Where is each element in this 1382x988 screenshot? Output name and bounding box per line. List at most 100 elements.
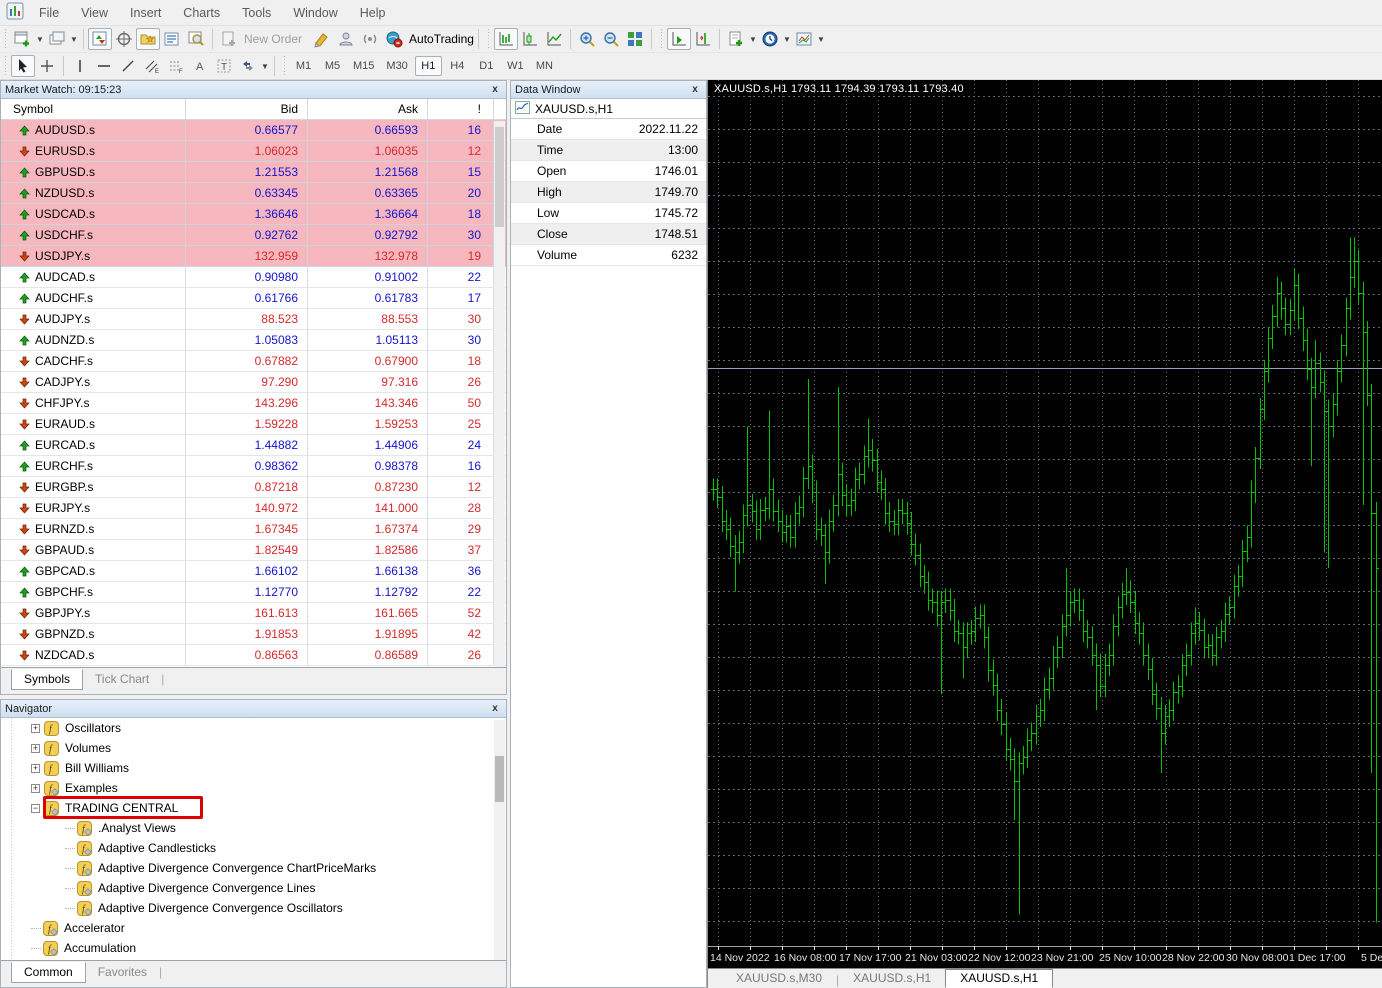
- timeframe-button-h4[interactable]: H4: [444, 56, 471, 76]
- menu-item-charts[interactable]: Charts: [172, 6, 231, 20]
- data-window-button[interactable]: [112, 28, 136, 50]
- market-watch-row-eurnzd.s[interactable]: EURNZD.s1.673451.6737429: [1, 519, 506, 540]
- autotrading-button[interactable]: AutoTrading: [409, 32, 474, 46]
- toolbar-grip[interactable]: [282, 56, 287, 76]
- navigator-item-oscillators[interactable]: +fOscillators: [1, 718, 506, 738]
- market-watch-row-chfjpy.s[interactable]: CHFJPY.s143.296143.34650: [1, 393, 506, 414]
- navigator-button[interactable]: [136, 28, 160, 50]
- market-watch-close-icon[interactable]: x: [488, 84, 502, 95]
- horizontal-line-tool-button[interactable]: [92, 55, 116, 77]
- market-watch-row-audcad.s[interactable]: AUDCAD.s0.909800.9100222: [1, 267, 506, 288]
- menu-item-help[interactable]: Help: [349, 6, 397, 20]
- trendline-tool-button[interactable]: [116, 55, 140, 77]
- market-watch-row-eurjpy.s[interactable]: EURJPY.s140.972141.00028: [1, 498, 506, 519]
- equidistant-channel-tool-button[interactable]: E: [140, 55, 164, 77]
- market-watch-row-audusd.s[interactable]: AUDUSD.s0.665770.6659316: [1, 120, 506, 141]
- tab-common[interactable]: Common: [11, 962, 86, 983]
- timeframe-button-d1[interactable]: D1: [473, 56, 500, 76]
- expert-advisors-button[interactable]: [334, 28, 358, 50]
- market-watch-row-audjpy.s[interactable]: AUDJPY.s88.52388.55330: [1, 309, 506, 330]
- market-watch-row-gbpaud.s[interactable]: GBPAUD.s1.825491.8258637: [1, 540, 506, 561]
- auto-scroll-button[interactable]: [667, 28, 691, 50]
- toolbar-grip[interactable]: [659, 29, 664, 49]
- chart-tab-2-xauusd-s-h1[interactable]: XAUUSD.s,H1: [945, 969, 1053, 988]
- column-header-spread[interactable]: !: [428, 99, 494, 119]
- column-header-ask[interactable]: Ask: [308, 99, 428, 119]
- terminal-button[interactable]: [160, 28, 184, 50]
- expand-icon[interactable]: +: [31, 784, 40, 793]
- timeframe-button-m1[interactable]: M1: [290, 56, 317, 76]
- menu-item-window[interactable]: Window: [282, 6, 348, 20]
- metaeditor-button[interactable]: [310, 28, 334, 50]
- price-chart[interactable]: [708, 80, 1382, 946]
- market-watch-row-euraud.s[interactable]: EURAUD.s1.592281.5925325: [1, 414, 506, 435]
- chart-tab-1-xauusd-s-h1[interactable]: XAUUSD.s,H1: [839, 970, 945, 987]
- market-watch-row-nzdcad.s[interactable]: NZDCAD.s0.865630.8658926: [1, 645, 506, 666]
- market-watch-row-usdcad.s[interactable]: USDCAD.s1.366461.3666418: [1, 204, 506, 225]
- navigator-item-volumes[interactable]: +fVolumes: [1, 738, 506, 758]
- market-watch-row-nzdusd.s[interactable]: NZDUSD.s0.633450.6336520: [1, 183, 506, 204]
- timeframe-button-w1[interactable]: W1: [502, 56, 529, 76]
- autotrading-icon[interactable]: [382, 28, 406, 50]
- navigator-scrollbar[interactable]: [494, 720, 505, 960]
- navigator-item-adaptive-divergence-convergence-oscillators[interactable]: fAdaptive Divergence Convergence Oscilla…: [1, 898, 506, 918]
- new-chart-dropdown[interactable]: ▼: [35, 35, 45, 44]
- market-watch-row-eurchf.s[interactable]: EURCHF.s0.983620.9837816: [1, 456, 506, 477]
- cursor-tool-button[interactable]: [11, 55, 35, 77]
- strategy-tester-button[interactable]: [184, 28, 208, 50]
- tab-favorites[interactable]: Favorites: [86, 963, 159, 982]
- navigator-scrollbar-thumb[interactable]: [495, 756, 504, 802]
- periods-dropdown[interactable]: ▼: [782, 35, 792, 44]
- expand-icon[interactable]: +: [31, 744, 40, 753]
- data-window-close-icon[interactable]: x: [688, 84, 702, 95]
- text-label-tool-button[interactable]: T: [212, 55, 236, 77]
- new-order-icon[interactable]: [217, 28, 241, 50]
- new-chart-button[interactable]: [11, 28, 35, 50]
- timeframe-button-m30[interactable]: M30: [381, 56, 412, 76]
- indicators-dropdown[interactable]: ▼: [748, 35, 758, 44]
- navigator-item-bill-williams[interactable]: +fBill Williams: [1, 758, 506, 778]
- timeframe-button-m15[interactable]: M15: [348, 56, 379, 76]
- market-watch-scrollbar-thumb[interactable]: [495, 127, 504, 227]
- market-watch-row-gbpnzd.s[interactable]: GBPNZD.s1.918531.9189542: [1, 624, 506, 645]
- fibonacci-tool-button[interactable]: F: [164, 55, 188, 77]
- menu-item-view[interactable]: View: [70, 6, 119, 20]
- tile-windows-button[interactable]: [623, 28, 647, 50]
- navigator-item-accumulation[interactable]: fAccumulation: [1, 938, 506, 958]
- market-watch-row-usdjpy.s[interactable]: USDJPY.s132.959132.97819: [1, 246, 506, 267]
- market-watch-row-cadchf.s[interactable]: CADCHF.s0.678820.6790018: [1, 351, 506, 372]
- crosshair-tool-button[interactable]: [35, 55, 59, 77]
- text-tool-button[interactable]: A: [188, 55, 212, 77]
- arrows-tool-dropdown[interactable]: ▼: [260, 62, 270, 71]
- market-watch-button[interactable]: [88, 28, 112, 50]
- column-header-symbol[interactable]: Symbol: [1, 99, 186, 119]
- zoom-in-button[interactable]: [575, 28, 599, 50]
- toolbar-grip[interactable]: [3, 29, 8, 49]
- templates-dropdown[interactable]: ▼: [816, 35, 826, 44]
- navigator-item--analyst-views[interactable]: f.Analyst Views: [1, 818, 506, 838]
- chart-shift-button[interactable]: [691, 28, 715, 50]
- bar-chart-button[interactable]: [494, 28, 518, 50]
- signals-button[interactable]: [358, 28, 382, 50]
- market-watch-row-cadjpy.s[interactable]: CADJPY.s97.29097.31626: [1, 372, 506, 393]
- market-watch-row-audnzd.s[interactable]: AUDNZD.s1.050831.0511330: [1, 330, 506, 351]
- menu-item-insert[interactable]: Insert: [119, 6, 172, 20]
- tab-symbols[interactable]: Symbols: [11, 669, 83, 690]
- market-watch-row-audchf.s[interactable]: AUDCHF.s0.617660.6178317: [1, 288, 506, 309]
- menu-item-tools[interactable]: Tools: [231, 6, 282, 20]
- vertical-line-tool-button[interactable]: [68, 55, 92, 77]
- chart-window[interactable]: XAUUSD.s,H1 1793.11 1794.39 1793.11 1793…: [707, 80, 1382, 988]
- arrows-tool-button[interactable]: [236, 55, 260, 77]
- navigator-item-trading-central[interactable]: −fTRADING CENTRAL: [1, 798, 506, 818]
- menu-item-file[interactable]: File: [28, 6, 70, 20]
- templates-button[interactable]: [792, 28, 816, 50]
- timeframe-button-m5[interactable]: M5: [319, 56, 346, 76]
- navigator-item-accelerator[interactable]: fAccelerator: [1, 918, 506, 938]
- toolbar-grip[interactable]: [486, 29, 491, 49]
- collapse-icon[interactable]: −: [31, 804, 40, 813]
- toolbar-grip[interactable]: [3, 56, 8, 76]
- timeframe-button-h1[interactable]: H1: [415, 56, 442, 76]
- tab-tick-chart[interactable]: Tick Chart: [83, 670, 161, 689]
- timeframe-button-mn[interactable]: MN: [531, 56, 558, 76]
- expand-icon[interactable]: +: [31, 764, 40, 773]
